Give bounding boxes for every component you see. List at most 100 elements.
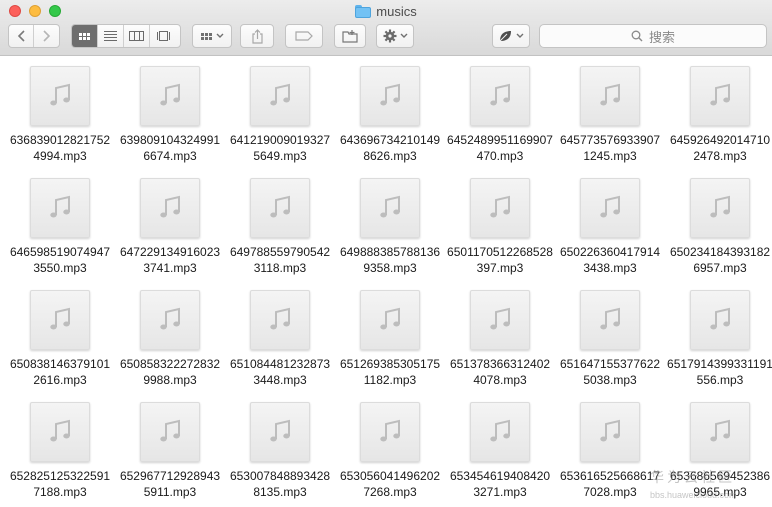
music-note-icon bbox=[600, 83, 620, 106]
search-field[interactable]: 搜索 bbox=[539, 24, 767, 48]
app-extension-button[interactable] bbox=[492, 24, 530, 48]
list-view-icon bbox=[104, 31, 117, 41]
icon-view-icon bbox=[79, 32, 90, 40]
music-note-icon bbox=[160, 83, 180, 106]
file-name: 6530560414962027268.mp3 bbox=[339, 469, 441, 499]
music-note-icon bbox=[380, 419, 400, 442]
file-thumbnail bbox=[140, 402, 200, 462]
file-name: 6510844812328733448.mp3 bbox=[229, 357, 331, 387]
file-name: 6368390128217524994.mp3 bbox=[9, 133, 111, 163]
file-item[interactable]: 6457735769339071245.mp3 bbox=[555, 57, 665, 167]
file-item[interactable]: 6536165256686177028.mp3 bbox=[555, 393, 665, 503]
file-thumbnail bbox=[250, 178, 310, 238]
arrange-button[interactable] bbox=[192, 24, 232, 48]
file-item[interactable]: 6497885597905423118.mp3 bbox=[225, 169, 335, 279]
file-thumbnail bbox=[470, 66, 530, 126]
action-button[interactable] bbox=[376, 24, 414, 48]
file-thumbnail bbox=[250, 402, 310, 462]
music-note-icon bbox=[490, 83, 510, 106]
file-name: 6457735769339071245.mp3 bbox=[559, 133, 661, 163]
file-icon-grid: 6368390128217524994.mp3 63980910432499166… bbox=[0, 57, 772, 507]
music-note-icon bbox=[600, 307, 620, 330]
file-thumbnail bbox=[580, 402, 640, 462]
window-title: musics bbox=[0, 3, 772, 19]
cover-flow-button[interactable] bbox=[150, 25, 176, 47]
search-icon bbox=[631, 30, 643, 42]
music-note-icon bbox=[380, 307, 400, 330]
music-note-icon bbox=[160, 419, 180, 442]
chevron-down-icon bbox=[216, 33, 223, 38]
file-item[interactable]: 6528251253225917188.mp3 bbox=[5, 393, 115, 503]
file-item[interactable]: 6530560414962027268.mp3 bbox=[335, 393, 445, 503]
file-item[interactable]: 6368390128217524994.mp3 bbox=[5, 57, 115, 167]
column-view-icon bbox=[129, 31, 144, 41]
column-view-button[interactable] bbox=[124, 25, 150, 47]
music-note-icon bbox=[50, 83, 70, 106]
music-note-icon bbox=[380, 83, 400, 106]
music-note-icon bbox=[490, 195, 510, 218]
file-item[interactable]: 6502263604179143438.mp3 bbox=[555, 169, 665, 279]
file-name: 6530078488934288135.mp3 bbox=[229, 469, 331, 499]
file-thumbnail bbox=[30, 66, 90, 126]
window-title-text: musics bbox=[376, 3, 417, 19]
file-item[interactable]: 6412190090193275649.mp3 bbox=[225, 57, 335, 167]
file-item[interactable]: 6459264920147102478.mp3 bbox=[665, 57, 772, 167]
music-note-icon bbox=[600, 195, 620, 218]
file-item[interactable]: 6436967342101498626.mp3 bbox=[335, 57, 445, 167]
file-thumbnail bbox=[250, 290, 310, 350]
file-item[interactable]: 6517914399331191556.mp3 bbox=[665, 281, 772, 391]
file-item[interactable]: 6398091043249916674.mp3 bbox=[115, 57, 225, 167]
icon-view-button[interactable] bbox=[72, 25, 98, 47]
new-folder-icon bbox=[342, 29, 358, 43]
leaf-icon bbox=[499, 31, 511, 42]
file-thumbnail bbox=[140, 66, 200, 126]
finder-titlebar: musics 搜索 bbox=[0, 0, 772, 56]
file-name: 6398091043249916674.mp3 bbox=[119, 133, 221, 163]
file-name: 6502341843931826957.mp3 bbox=[669, 245, 771, 275]
file-item[interactable]: 6510844812328733448.mp3 bbox=[225, 281, 335, 391]
music-note-icon bbox=[270, 195, 290, 218]
list-view-button[interactable] bbox=[98, 25, 124, 47]
file-name: 6512693853051751182.mp3 bbox=[339, 357, 441, 387]
file-thumbnail bbox=[140, 178, 200, 238]
file-name: 6516471553776225038.mp3 bbox=[559, 357, 661, 387]
file-thumbnail bbox=[360, 402, 420, 462]
file-item[interactable]: 6516471553776225038.mp3 bbox=[555, 281, 665, 391]
file-name: 6508583222728329988.mp3 bbox=[119, 357, 221, 387]
file-item[interactable]: 6508381463791012616.mp3 bbox=[5, 281, 115, 391]
file-item[interactable]: 6472291349160233741.mp3 bbox=[115, 169, 225, 279]
file-item[interactable]: 6508583222728329988.mp3 bbox=[115, 281, 225, 391]
file-item[interactable]: 6502341843931826957.mp3 bbox=[665, 169, 772, 279]
forward-button[interactable] bbox=[34, 25, 59, 47]
new-folder-button[interactable] bbox=[334, 24, 366, 48]
file-item[interactable]: 6512693853051751182.mp3 bbox=[335, 281, 445, 391]
folder-icon bbox=[355, 4, 372, 18]
file-item[interactable]: 6530078488934288135.mp3 bbox=[225, 393, 335, 503]
chevron-left-icon bbox=[17, 30, 25, 42]
music-note-icon bbox=[160, 307, 180, 330]
file-thumbnail bbox=[30, 290, 90, 350]
file-name: 6534546194084203271.mp3 bbox=[449, 469, 551, 499]
file-name: 6472291349160233741.mp3 bbox=[119, 245, 221, 275]
file-item[interactable]: 6513783663124024078.mp3 bbox=[445, 281, 555, 391]
file-thumbnail bbox=[250, 66, 310, 126]
file-thumbnail bbox=[360, 66, 420, 126]
cover-flow-icon bbox=[156, 31, 170, 41]
back-button[interactable] bbox=[9, 25, 34, 47]
file-item[interactable]: 6452489951169907470.mp3 bbox=[445, 57, 555, 167]
file-item[interactable]: 6529677129289435911.mp3 bbox=[115, 393, 225, 503]
file-item[interactable]: 6498883857881369358.mp3 bbox=[335, 169, 445, 279]
arrange-grid-icon bbox=[200, 32, 212, 40]
file-thumbnail bbox=[140, 290, 200, 350]
share-icon bbox=[251, 28, 263, 44]
music-note-icon bbox=[710, 195, 730, 218]
music-note-icon bbox=[490, 419, 510, 442]
file-item[interactable]: 6534546194084203271.mp3 bbox=[445, 393, 555, 503]
share-button[interactable] bbox=[240, 24, 274, 48]
file-thumbnail bbox=[580, 66, 640, 126]
file-name: 6517914399331191556.mp3 bbox=[667, 357, 772, 387]
file-item[interactable]: 6501170512268528397.mp3 bbox=[445, 169, 555, 279]
search-placeholder: 搜索 bbox=[648, 29, 675, 45]
file-item[interactable]: 6465985190749473550.mp3 bbox=[5, 169, 115, 279]
tags-button[interactable] bbox=[285, 24, 323, 48]
